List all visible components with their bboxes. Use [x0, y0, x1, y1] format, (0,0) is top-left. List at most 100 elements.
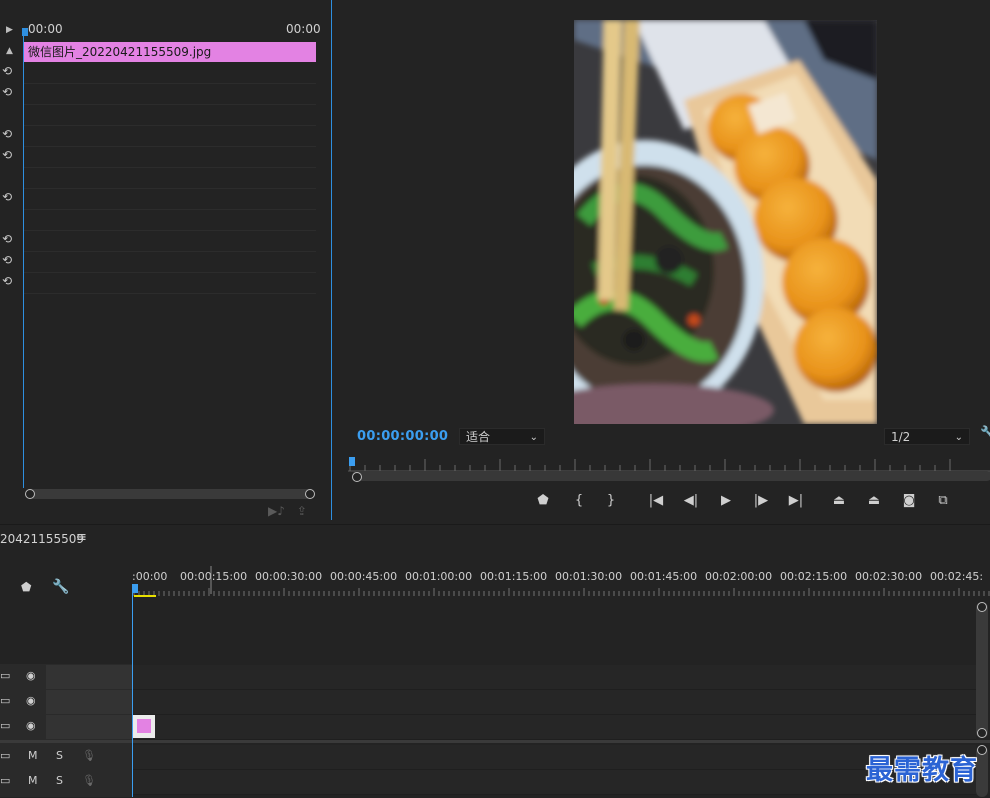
add-marker-icon[interactable]: ⬟ [21, 580, 31, 594]
sequence-tab-title[interactable]: 20421155509 [0, 532, 84, 546]
hamburger-menu-icon[interactable]: ≡ [76, 530, 87, 545]
solo-button[interactable]: S [56, 749, 63, 762]
toggle-sync-lock-icon[interactable]: ▭ [0, 694, 10, 707]
vscroll-bottom-handle[interactable] [977, 728, 987, 738]
program-playhead[interactable] [349, 457, 355, 466]
ec-row-divider [24, 293, 316, 294]
ruler-time-label: :00:00 [132, 570, 167, 583]
add-marker-icon[interactable]: ⬟ [532, 490, 554, 512]
track-target-box[interactable] [46, 715, 132, 739]
program-zoom-scrollbar[interactable] [352, 471, 990, 481]
program-scroll-left-handle[interactable] [352, 472, 362, 482]
ruler-time-label: 00:01:00:00 [405, 570, 472, 583]
reset-icon[interactable]: ⟲ [0, 190, 14, 204]
ruler-time-label: 00:01:15:00 [480, 570, 547, 583]
microphone-icon[interactable]: 🎙 [82, 774, 96, 787]
toggle-sync-lock-icon[interactable]: ▭ [0, 749, 10, 762]
track-header-v2: ▭ ◉ [0, 690, 132, 714]
audio-vscroll-top-handle[interactable] [977, 745, 987, 755]
expand-arrow-icon[interactable]: ▶ [6, 25, 13, 35]
play-audio-icon[interactable]: ▶♪ [268, 504, 285, 518]
program-timecode[interactable]: 00:00:00:00 [357, 429, 448, 444]
mute-button[interactable]: M [28, 774, 38, 787]
ec-row-divider [24, 209, 316, 210]
extract-icon[interactable]: ⏏ [863, 490, 885, 512]
track-target-box[interactable] [46, 665, 132, 689]
toggle-sync-lock-icon[interactable]: ▭ [0, 719, 10, 732]
timeline-settings-wrench-icon[interactable]: 🔧 [52, 579, 69, 595]
ruler-time-label: 00:00:30:00 [255, 570, 322, 583]
timeline-time-ruler[interactable]: :00:00 00:00:15:00 00:00:30:00 00:00:45:00 0… [132, 566, 990, 598]
video-tracks-vertical-scrollbar[interactable] [976, 602, 988, 738]
ruler-time-label: 00:02:00:00 [705, 570, 772, 583]
ec-horizontal-scrollbar[interactable] [28, 489, 312, 499]
ec-row-divider [24, 167, 316, 168]
timeline-playhead-line [132, 593, 133, 797]
track-lane-v2[interactable] [133, 690, 976, 715]
ruler-time-label: 00:02:30:00 [855, 570, 922, 583]
track-lane-a1[interactable] [133, 745, 976, 770]
track-lane-v3[interactable] [133, 665, 976, 690]
reset-icon[interactable]: ⟲ [0, 64, 14, 78]
ruler-time-label: 00:01:45:00 [630, 570, 697, 583]
zoom-fit-select[interactable]: 适合 ⌄ [459, 428, 545, 445]
playback-resolution-select[interactable]: 1/2 ⌄ [884, 428, 970, 445]
microphone-icon[interactable]: 🎙 [82, 749, 96, 762]
video-audio-divider[interactable] [0, 740, 990, 743]
ec-row-divider [24, 251, 316, 252]
export-icon[interactable]: ⇪ [297, 504, 307, 518]
mark-in-icon[interactable]: { [568, 490, 590, 512]
eye-icon[interactable]: ◉ [26, 694, 36, 707]
ec-ruler-start-time: 00:00 [28, 22, 63, 36]
reset-icon[interactable]: ⟲ [0, 274, 14, 288]
comparison-view-icon[interactable]: ⧉ [932, 490, 954, 512]
watermark-logo: 最需教育 [866, 755, 978, 786]
eye-icon[interactable]: ◉ [26, 669, 36, 682]
mute-button[interactable]: M [28, 749, 38, 762]
track-header-v1: ▭ ◉ [0, 715, 132, 739]
lift-icon[interactable]: ⏏ [828, 490, 850, 512]
toggle-sync-lock-icon[interactable]: ▭ [0, 669, 10, 682]
work-area-bar[interactable] [134, 595, 156, 597]
ec-row-divider [24, 83, 316, 84]
ec-ruler-end-time: 00:00 [286, 22, 321, 36]
solo-button[interactable]: S [56, 774, 63, 787]
mark-out-icon[interactable]: } [600, 490, 622, 512]
track-lane-a2[interactable] [133, 770, 976, 795]
export-frame-camera-icon[interactable]: ◙ [898, 490, 920, 512]
ec-playhead[interactable] [22, 28, 28, 36]
collapse-arrow-icon[interactable]: ▲ [6, 46, 13, 56]
step-forward-icon[interactable]: |▶ [750, 490, 772, 512]
reset-icon[interactable]: ⟲ [0, 253, 14, 267]
eye-icon[interactable]: ◉ [26, 719, 36, 732]
track-header-a1: ▭ M S 🎙 [0, 745, 132, 769]
timeline-playhead[interactable] [132, 584, 138, 593]
vscroll-top-handle[interactable] [977, 602, 987, 612]
ruler-time-label: 00:01:30:00 [555, 570, 622, 583]
chevron-down-icon: ⌄ [954, 432, 963, 443]
program-time-ruler[interactable] [348, 456, 990, 472]
reset-icon[interactable]: ⟲ [0, 127, 14, 141]
go-to-in-icon[interactable]: |◀ [645, 490, 667, 512]
toggle-sync-lock-icon[interactable]: ▭ [0, 774, 10, 787]
reset-icon[interactable]: ⟲ [0, 148, 14, 162]
track-target-box[interactable] [46, 690, 132, 714]
ruler-time-label: 00:02:45: [930, 570, 983, 583]
effect-controls-panel [0, 0, 332, 520]
ec-row-divider [24, 272, 316, 273]
zoom-fit-value: 适合 [466, 430, 491, 444]
track-lane-v1[interactable] [133, 715, 976, 740]
go-to-out-icon[interactable]: ▶| [785, 490, 807, 512]
program-monitor-video-frame[interactable] [574, 20, 877, 424]
reset-icon[interactable]: ⟲ [0, 85, 14, 99]
settings-wrench-icon[interactable]: 🔧 [980, 426, 990, 441]
ec-scroll-right-handle[interactable] [305, 489, 315, 499]
ec-scroll-left-handle[interactable] [25, 489, 35, 499]
ec-clip-bar[interactable]: 微信图片_20220421155509.jpg [24, 42, 316, 62]
resolution-value: 1/2 [891, 430, 911, 444]
reset-icon[interactable]: ⟲ [0, 232, 14, 246]
ruler-time-label: 00:00:45:00 [330, 570, 397, 583]
play-icon[interactable]: ▶ [715, 490, 737, 512]
ec-row-divider [24, 104, 316, 105]
step-back-icon[interactable]: ◀| [680, 490, 702, 512]
